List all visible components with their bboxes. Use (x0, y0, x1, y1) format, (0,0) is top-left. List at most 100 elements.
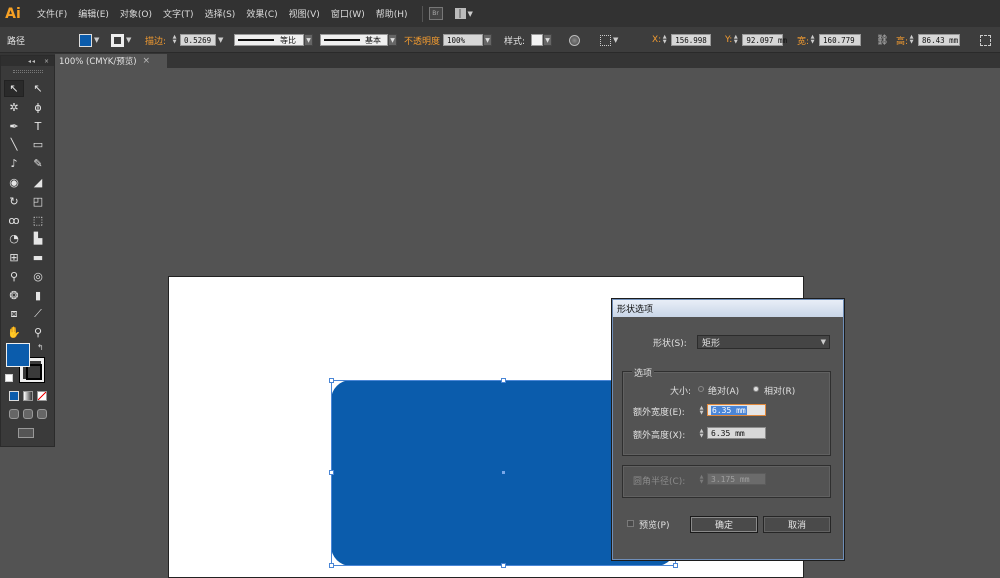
color-mode-button[interactable] (9, 391, 19, 401)
width-input[interactable]: 160.779 (819, 34, 862, 46)
cancel-button[interactable]: 取消 (763, 516, 831, 533)
stroke-weight-stepper[interactable]: ▲ ▼ (171, 34, 178, 46)
dialog-title[interactable]: 形状选项 (613, 300, 843, 317)
close-icon[interactable]: × (44, 58, 50, 65)
height-input[interactable]: 86.43 mm (918, 34, 961, 46)
eyedropper-tool-icon[interactable]: ⚲ (4, 268, 24, 285)
chevron-down-icon[interactable]: ▼ (304, 34, 313, 46)
menu-type[interactable]: 文字(T) (163, 7, 194, 20)
brush-definition[interactable]: 基本 (320, 34, 388, 46)
reference-point-icon[interactable] (600, 34, 611, 46)
blob-brush-tool-icon[interactable]: ◉ (4, 174, 24, 191)
extra-height-stepper[interactable]: ▲ ▼ (698, 428, 705, 440)
extra-width-stepper[interactable]: ▲ ▼ (698, 405, 705, 417)
chevron-down-icon[interactable]: ▼ (543, 34, 553, 46)
lasso-tool-icon[interactable]: ϕ (28, 99, 48, 116)
size-absolute-radio[interactable] (698, 386, 704, 392)
bridge-button[interactable]: Br (428, 7, 443, 20)
default-colors-icon[interactable] (5, 374, 13, 382)
transform-handle-middle-left[interactable] (329, 470, 334, 475)
stroke-label[interactable]: 描边: (145, 34, 166, 47)
x-stepper[interactable]: ▲ ▼ (661, 34, 668, 46)
tools-panel-header[interactable]: ◂◂ × (1, 56, 54, 66)
type-tool-icon[interactable]: T (28, 118, 48, 135)
close-icon[interactable]: × (143, 56, 151, 66)
preview-checkbox[interactable] (627, 520, 634, 527)
opacity-input[interactable]: 100% (443, 34, 484, 46)
menu-select[interactable]: 选择(S) (205, 7, 236, 20)
size-relative-radio[interactable] (753, 386, 759, 392)
transform-handle-bottom-left[interactable] (329, 563, 334, 568)
hand-tool-icon[interactable]: ✋ (4, 324, 24, 341)
document-tab[interactable]: 100% (CMYK/预览) × (55, 54, 167, 68)
symbol-sprayer-tool-icon[interactable]: ❂ (4, 287, 24, 304)
direct-selection-tool-icon[interactable]: ↖ (28, 80, 48, 97)
column-graph-tool-icon[interactable]: ▮ (28, 287, 48, 304)
mesh-tool-icon[interactable]: ⊞ (4, 249, 24, 266)
menu-edit[interactable]: 编辑(E) (78, 7, 109, 20)
shape-builder-tool-icon[interactable]: ◔ (4, 230, 24, 247)
y-stepper[interactable]: ▲ ▼ (732, 34, 739, 46)
screen-mode-icon[interactable] (18, 428, 34, 438)
chevron-down-icon[interactable]: ▼ (388, 34, 397, 46)
shape-select[interactable]: 矩形 ▼ (697, 335, 830, 349)
scale-tool-icon[interactable]: ◰ (28, 193, 48, 210)
menu-effect[interactable]: 效果(C) (246, 7, 277, 20)
fill-color-swatch[interactable] (79, 33, 92, 47)
menu-view[interactable]: 视图(V) (289, 7, 320, 20)
blend-tool-icon[interactable]: ◎ (28, 268, 48, 285)
chevron-down-icon[interactable]: ▼ (613, 36, 618, 44)
chevron-down-icon[interactable]: ▼ (483, 34, 493, 46)
transform-handle-bottom-center[interactable] (501, 563, 506, 568)
slice-tool-icon[interactable]: ⟋ (28, 306, 48, 323)
tools-panel-grip[interactable] (1, 66, 54, 76)
stroke-color-swatch[interactable] (111, 33, 124, 47)
transform-icon[interactable] (980, 34, 991, 46)
chevron-down-icon[interactable]: ▼ (94, 36, 99, 44)
line-segment-tool-icon[interactable]: ╲ (4, 136, 24, 153)
y-input[interactable]: 92.097 mm (742, 34, 787, 46)
draw-normal-icon[interactable] (9, 409, 19, 419)
opacity-label[interactable]: 不透明度 (404, 34, 440, 47)
height-stepper[interactable]: ▲ ▼ (908, 34, 915, 46)
artboard-tool-icon[interactable]: ⧈ (4, 306, 24, 323)
fill-swatch[interactable] (6, 343, 30, 367)
eraser-tool-icon[interactable]: ◢ (28, 174, 48, 191)
free-transform-tool-icon[interactable]: ⬚ (28, 212, 48, 229)
transform-handle-top-center[interactable] (501, 378, 506, 383)
pen-tool-icon[interactable]: ✒ (4, 118, 24, 135)
menu-help[interactable]: 帮助(H) (376, 7, 408, 20)
rounded-rectangle-tool-icon[interactable]: ▭ (28, 136, 48, 153)
warp-tool-icon[interactable]: ꝏ (4, 212, 24, 229)
menu-file[interactable]: 文件(F) (37, 7, 67, 20)
draw-inside-icon[interactable] (37, 409, 47, 419)
gradient-mode-button[interactable] (23, 391, 33, 401)
ok-button[interactable]: 确定 (690, 516, 758, 533)
preview-label[interactable]: 预览(P) (639, 518, 669, 531)
size-relative-label[interactable]: 相对(R) (764, 384, 795, 397)
graphic-style-swatch[interactable] (531, 34, 544, 46)
recolor-artwork-icon[interactable] (569, 34, 580, 46)
draw-behind-icon[interactable] (23, 409, 33, 419)
pencil-tool-icon[interactable]: ✎ (28, 155, 48, 172)
gradient-tool-icon[interactable]: ▬ (28, 249, 48, 266)
transform-handle-top-left[interactable] (329, 378, 334, 383)
magic-wand-tool-icon[interactable]: ✲ (4, 99, 24, 116)
rotate-tool-icon[interactable]: ↻ (4, 193, 24, 210)
extra-height-input[interactable]: 6.35 mm (707, 427, 766, 439)
transform-handle-bottom-right[interactable] (673, 563, 678, 568)
stroke-weight-input[interactable]: 0.5269 (180, 34, 217, 46)
swap-fill-stroke-icon[interactable]: ↰ (37, 343, 44, 352)
menu-object[interactable]: 对象(O) (120, 7, 152, 20)
size-absolute-label[interactable]: 绝对(A) (708, 384, 739, 397)
perspective-grid-tool-icon[interactable]: ▙ (28, 230, 48, 247)
chevron-down-icon[interactable]: ▼ (218, 36, 223, 44)
width-stepper[interactable]: ▲ ▼ (809, 34, 816, 46)
workspace-layout-button[interactable]: ▼ (454, 7, 475, 20)
chevron-down-icon[interactable]: ▼ (126, 36, 131, 44)
extra-width-input[interactable]: 6.35 mm (707, 404, 766, 416)
selection-tool-icon[interactable]: ↖ (4, 80, 24, 97)
none-mode-button[interactable] (37, 391, 47, 401)
constrain-proportions-icon[interactable]: ⛓ (876, 35, 889, 46)
paintbrush-tool-icon[interactable]: ♪ (4, 155, 24, 172)
